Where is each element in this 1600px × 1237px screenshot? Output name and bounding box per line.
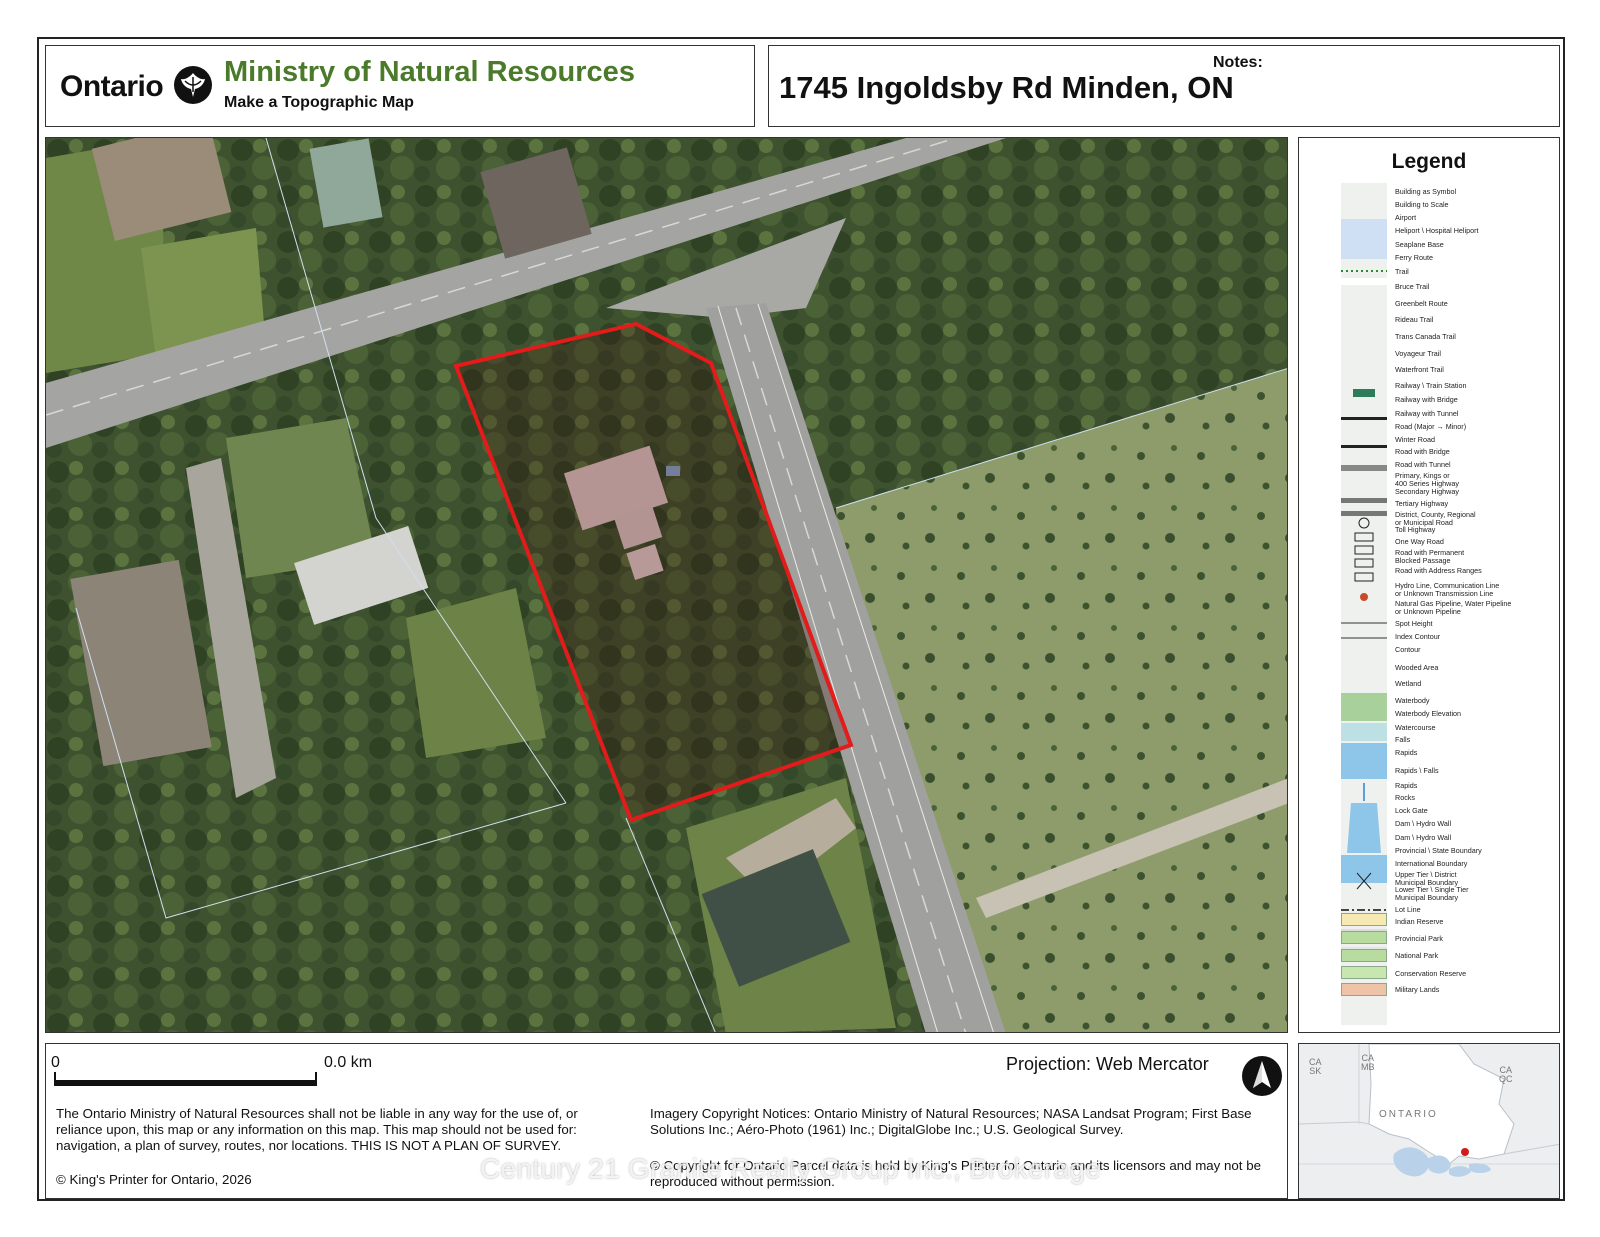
legend-item: Index Contour: [1395, 632, 1441, 641]
ministry-name: Ministry of Natural Resources: [224, 56, 635, 88]
notes-label: Notes:: [1213, 54, 1263, 71]
inset-label-ontario: ONTARIO: [1379, 1109, 1438, 1120]
title-block: Ontario Ministry of Natural Resources Ma…: [45, 45, 755, 127]
legend-item: Rapids: [1395, 748, 1418, 757]
legend-item: Rideau Trail: [1395, 315, 1434, 324]
legend-item: Contour: [1395, 645, 1421, 654]
locator-inset-map[interactable]: CA SK CA MB CA QC ONTARIO: [1298, 1043, 1560, 1199]
legend-item: Road (Major → Minor): [1395, 422, 1467, 431]
legend-item: Secondary Highway: [1395, 487, 1459, 496]
legend-item: Tertiary Highway: [1395, 499, 1449, 508]
aerial-imagery: [46, 138, 1287, 1032]
north-arrow-icon: [1242, 1056, 1282, 1096]
legend-item: Wooded Area: [1395, 663, 1439, 672]
legend-item: Rapids \ Falls: [1395, 766, 1439, 775]
legend-item: Waterfront Trail: [1395, 365, 1444, 374]
property-address: 1745 Ingoldsby Rd Minden, ON: [779, 70, 1234, 105]
legend-panel: Legend Building as Symbol Building to Sc…: [1298, 137, 1560, 1033]
legend-item: Dam \ Hydro Wall: [1395, 833, 1452, 842]
legend-item: Waterbody: [1395, 696, 1430, 705]
legend-item: Building to Scale: [1395, 200, 1449, 209]
map-subtitle: Make a Topographic Map: [224, 94, 414, 111]
legend-item: Indian Reserve: [1395, 917, 1444, 926]
legend-item: Dam \ Hydro Wall: [1395, 819, 1452, 828]
ontario-wordmark: Ontario: [60, 70, 164, 103]
legend-item: Watercourse: [1395, 723, 1436, 732]
legend-item: Rapids: [1395, 781, 1418, 790]
legend-item: Road with Tunnel: [1395, 460, 1451, 469]
legend-item: Road with Address Ranges: [1395, 566, 1482, 575]
legend-item: Military Lands: [1395, 985, 1440, 994]
legend-item: Lower Tier \ Single Tier Municipal Bound…: [1395, 885, 1469, 902]
legend-swatch-conservation-reserve: [1341, 966, 1387, 979]
legend-item: Ferry Route: [1395, 253, 1433, 262]
legend-item: Primary, Kings or 400 Series Highway: [1395, 471, 1459, 488]
scale-bar-tick: [54, 1072, 56, 1086]
legend-item: Road with Permanent Blocked Passage: [1395, 548, 1465, 565]
legend-item: Voyageur Trail: [1395, 349, 1441, 358]
projection-label: Projection: Web Mercator: [1006, 1054, 1209, 1074]
legend-item: Trail: [1395, 267, 1409, 276]
legend-item: Bruce Trail: [1395, 282, 1430, 291]
legend-item: Winter Road: [1395, 435, 1435, 444]
legend-item: Lock Gate: [1395, 806, 1428, 815]
legend-title: Legend: [1391, 150, 1467, 173]
legend-swatch-military-lands: [1341, 983, 1387, 996]
legend-item: Falls: [1395, 735, 1411, 744]
kings-printer-copyright: © King's Printer for Ontario, 2026: [56, 1172, 252, 1187]
legend-item: Rocks: [1395, 793, 1415, 802]
liability-disclaimer: The Ontario Ministry of Natural Resource…: [56, 1106, 578, 1153]
legend-item: Waterbody Elevation: [1395, 709, 1462, 718]
locator-map-graphic: [1299, 1044, 1559, 1198]
legend-symbol-column: [1341, 183, 1387, 1025]
legend-item: Hydro Line, Communication Line or Unknow…: [1395, 581, 1500, 598]
legend-item: Railway with Tunnel: [1395, 409, 1459, 418]
legend-item: Railway \ Train Station: [1395, 381, 1467, 390]
ontario-trillium-logo-icon: [174, 66, 212, 104]
legend-swatch-indian-reserve: [1341, 913, 1387, 926]
scale-bar-distance-label: 0.0 km: [324, 1054, 373, 1071]
scale-bar-zero-label: 0: [51, 1054, 60, 1071]
legend-item: Spot Height: [1395, 619, 1433, 628]
imagery-copyright-notice: Imagery Copyright Notices: Ontario Minis…: [650, 1106, 1252, 1137]
inset-label-saskatchewan: CA SK: [1309, 1057, 1322, 1076]
inset-label-manitoba: CA MB: [1361, 1053, 1375, 1072]
legend-item: Natural Gas Pipeline, Water Pipeline or …: [1395, 599, 1512, 616]
legend-item: Toll Highway: [1395, 525, 1436, 534]
legend-item: Road with Bridge: [1395, 447, 1450, 456]
address-block: 1745 Ingoldsby Rd Minden, ON Notes:: [768, 45, 1560, 127]
scale-bar-tick: [315, 1072, 317, 1086]
legend-item: Building as Symbol: [1395, 187, 1457, 196]
legend-item: Provincial Park: [1395, 934, 1443, 943]
legend-item: Railway with Bridge: [1395, 395, 1458, 404]
legend-item: Conservation Reserve: [1395, 969, 1467, 978]
legend-item: Greenbelt Route: [1395, 299, 1448, 308]
legend-swatch-provincial-park: [1341, 931, 1387, 944]
legend-item: Provincial \ State Boundary: [1395, 846, 1482, 855]
legend-item: Wetland: [1395, 679, 1422, 688]
legend-symbols: [1341, 219, 1387, 970]
legend-item: One Way Road: [1395, 537, 1444, 546]
legend-item: National Park: [1395, 951, 1439, 960]
location-marker-icon: [1461, 1148, 1469, 1156]
legend-item: Seaplane Base: [1395, 240, 1444, 249]
legend-item: Airport: [1395, 213, 1417, 222]
legend-item: International Boundary: [1395, 859, 1468, 868]
inset-label-quebec: CA QC: [1499, 1065, 1513, 1084]
brokerage-watermark: Century 21 Granite Realty Group Inc., Br…: [480, 1153, 1102, 1184]
aerial-map[interactable]: [45, 137, 1288, 1033]
scale-bar: [54, 1080, 317, 1086]
legend-item: Heliport \ Hospital Heliport: [1395, 226, 1479, 235]
legend-item: Lot Line: [1395, 905, 1421, 914]
legend-item: Trans Canada Trail: [1395, 332, 1456, 341]
legend-swatch-national-park: [1341, 949, 1387, 962]
